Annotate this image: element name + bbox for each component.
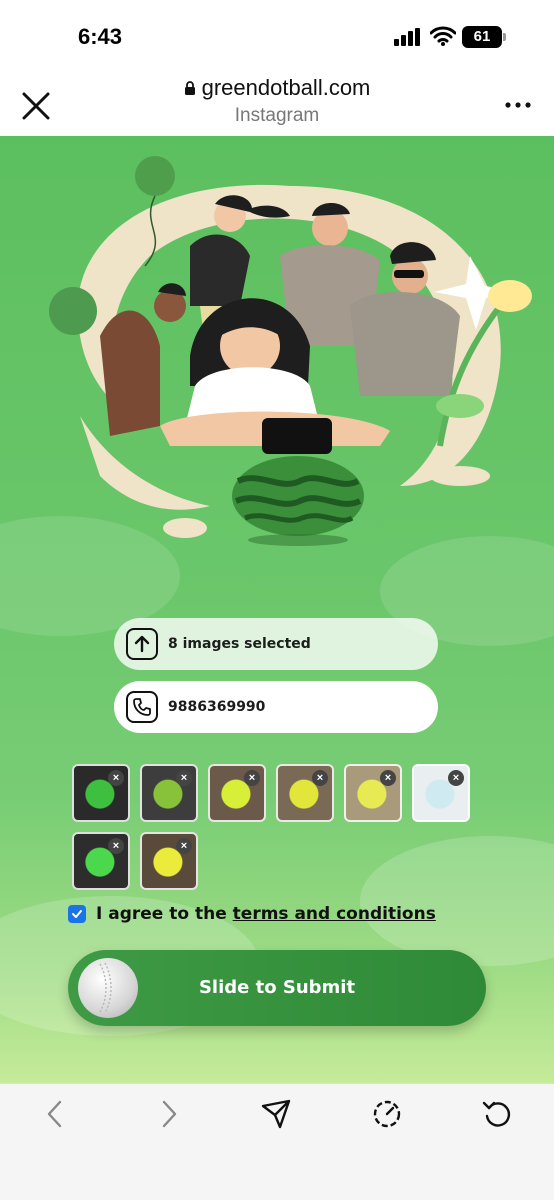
remove-image-icon[interactable]: ×	[108, 838, 124, 854]
thumbnail[interactable]: ×	[344, 764, 402, 822]
browser-header: greendotball.com Instagram	[0, 70, 554, 136]
terms-agreement: I agree to the terms and conditions	[68, 904, 436, 924]
remove-image-icon[interactable]: ×	[244, 770, 260, 786]
cricket-ball-handle[interactable]	[78, 958, 138, 1018]
speed-icon[interactable]	[371, 1098, 403, 1130]
share-icon[interactable]	[260, 1098, 292, 1130]
thumbnail[interactable]: ×	[140, 832, 198, 890]
hero-illustration	[49, 156, 532, 546]
status-time: 6:43	[78, 24, 123, 49]
battery-level: 61	[473, 28, 491, 45]
thumbnail[interactable]: ×	[72, 764, 130, 822]
remove-image-icon[interactable]: ×	[108, 770, 124, 786]
phone-icon	[126, 691, 158, 723]
remove-image-icon[interactable]: ×	[176, 838, 192, 854]
web-content: 8 images selected 9886369990 × × × × × ×…	[0, 136, 554, 1083]
remove-image-icon[interactable]: ×	[448, 770, 464, 786]
remove-image-icon[interactable]: ×	[380, 770, 396, 786]
slide-to-submit[interactable]: Slide to Submit	[68, 950, 486, 1026]
terms-prefix: I agree to the	[96, 904, 233, 924]
thumbnail[interactable]: ×	[276, 764, 334, 822]
terms-checkbox[interactable]	[68, 905, 86, 923]
thumbnail[interactable]: ×	[208, 764, 266, 822]
url-text: greendotball.com	[201, 75, 371, 100]
wifi-icon	[430, 26, 456, 46]
lock-icon	[184, 81, 195, 95]
image-upload-field[interactable]: 8 images selected	[114, 618, 438, 670]
thumbnail[interactable]: ×	[140, 764, 198, 822]
phone-input[interactable]: 9886369990	[114, 681, 438, 733]
terms-link[interactable]: terms and conditions	[233, 904, 436, 924]
more-icon[interactable]	[503, 100, 533, 110]
remove-image-icon[interactable]: ×	[312, 770, 328, 786]
upload-icon	[126, 628, 158, 660]
cellular-signal-icon	[394, 28, 420, 46]
thumbnail[interactable]: ×	[412, 764, 470, 822]
remove-image-icon[interactable]: ×	[176, 770, 192, 786]
status-bar: 6:43 61	[0, 0, 554, 70]
url-subtitle: Instagram	[234, 105, 320, 126]
refresh-icon[interactable]	[481, 1098, 513, 1130]
forward-icon[interactable]	[152, 1098, 184, 1130]
terms-label: I agree to the terms and conditions	[96, 904, 436, 924]
browser-toolbar	[0, 1083, 554, 1200]
battery-icon: 61	[462, 26, 506, 48]
address-bar[interactable]: greendotball.com Instagram	[0, 75, 554, 127]
thumbnail[interactable]: ×	[72, 832, 130, 890]
phone-value: 9886369990	[168, 699, 266, 715]
back-icon[interactable]	[40, 1098, 72, 1130]
upload-status-text: 8 images selected	[168, 636, 311, 652]
